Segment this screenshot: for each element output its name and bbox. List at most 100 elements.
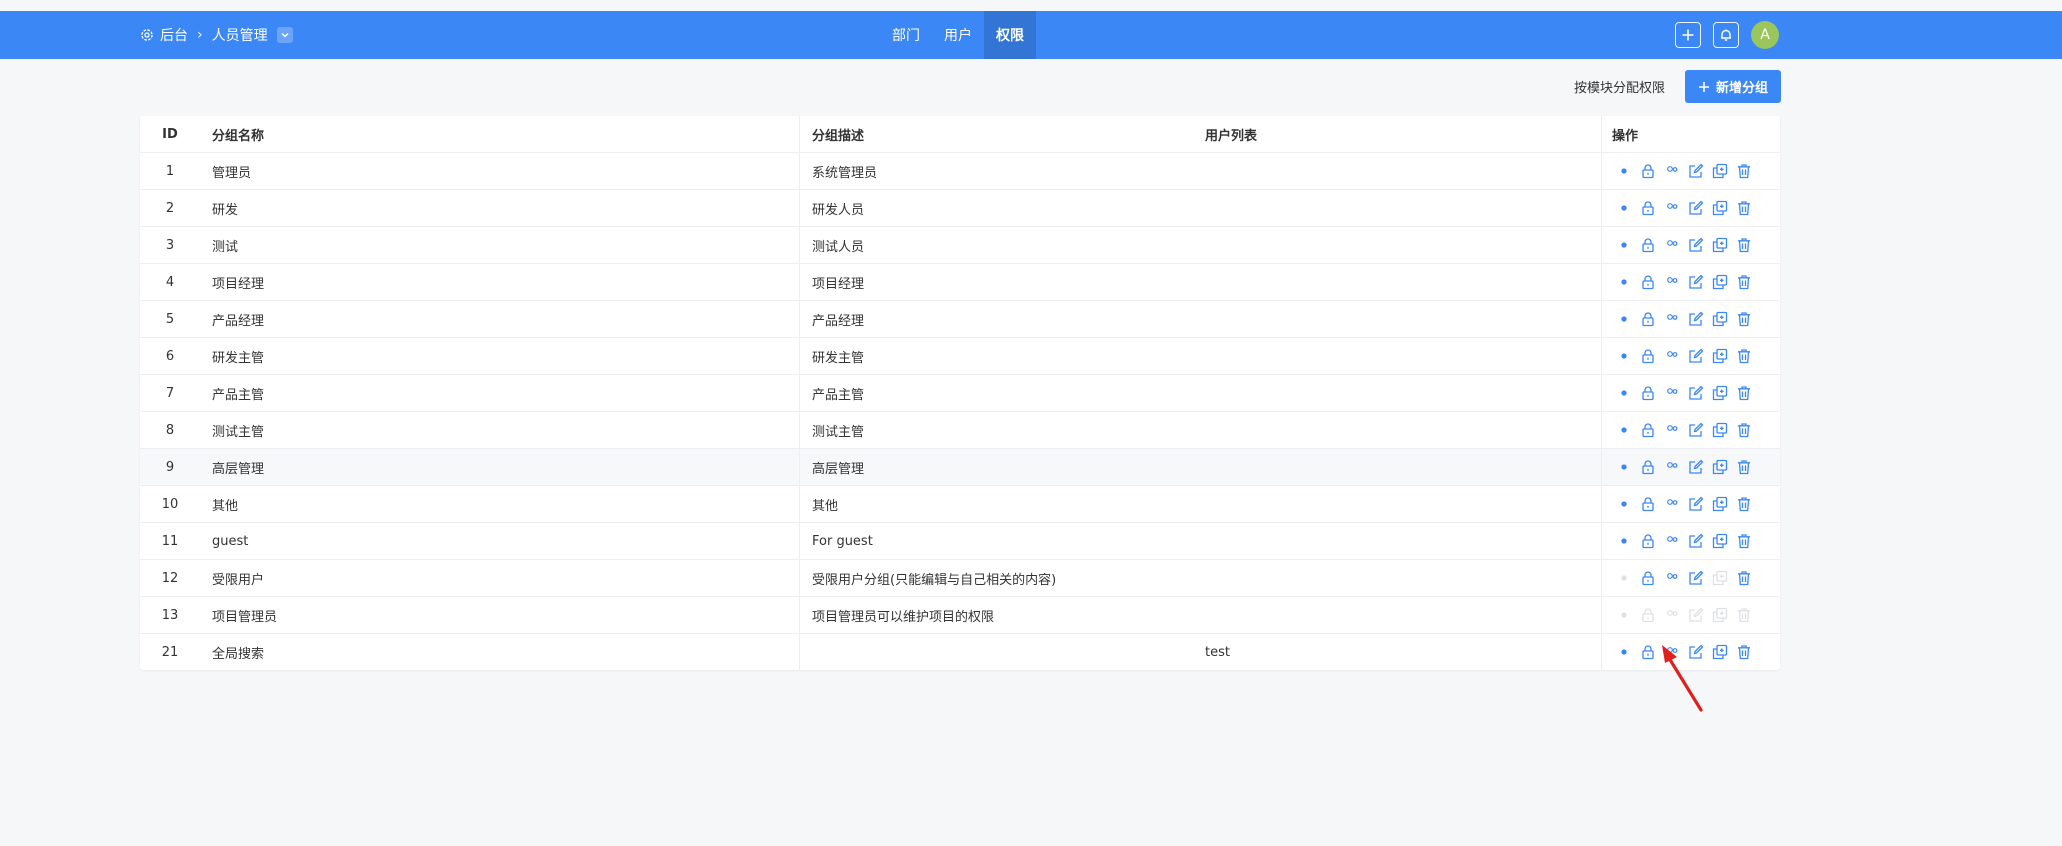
trash-icon[interactable] bbox=[1732, 531, 1756, 551]
lock-icon[interactable] bbox=[1636, 235, 1660, 255]
table-header-row: ID 分组名称 分组描述 用户列表 操作 bbox=[140, 116, 1780, 153]
lock-icon[interactable] bbox=[1636, 420, 1660, 440]
users-icon[interactable] bbox=[1660, 531, 1684, 551]
lock-icon[interactable] bbox=[1636, 346, 1660, 366]
users-icon[interactable] bbox=[1660, 494, 1684, 514]
lock-icon[interactable] bbox=[1636, 198, 1660, 218]
lock-icon[interactable] bbox=[1636, 272, 1660, 292]
eye-icon[interactable] bbox=[1612, 309, 1636, 329]
trash-icon[interactable] bbox=[1732, 494, 1756, 514]
lock-icon[interactable] bbox=[1636, 383, 1660, 403]
assign-by-module-link[interactable]: 按模块分配权限 bbox=[1574, 77, 1665, 96]
users-icon[interactable] bbox=[1660, 272, 1684, 292]
cell-user-list bbox=[1205, 560, 1602, 596]
users-icon[interactable] bbox=[1660, 568, 1684, 588]
breadcrumb: 后台 › 人员管理 bbox=[140, 11, 293, 59]
copy-icon[interactable] bbox=[1708, 272, 1732, 292]
edit-icon[interactable] bbox=[1684, 198, 1708, 218]
users-icon[interactable] bbox=[1660, 383, 1684, 403]
users-icon[interactable] bbox=[1660, 235, 1684, 255]
cell-actions bbox=[1602, 227, 1780, 263]
copy-icon[interactable] bbox=[1708, 531, 1732, 551]
column-header-users[interactable]: 用户列表 bbox=[1205, 116, 1602, 152]
edit-icon[interactable] bbox=[1684, 309, 1708, 329]
tab-0[interactable]: 部门 bbox=[880, 11, 932, 59]
trash-icon[interactable] bbox=[1732, 457, 1756, 477]
cell-actions bbox=[1602, 264, 1780, 300]
trash-icon[interactable] bbox=[1732, 235, 1756, 255]
eye-icon[interactable] bbox=[1612, 457, 1636, 477]
lock-icon[interactable] bbox=[1636, 642, 1660, 662]
edit-icon[interactable] bbox=[1684, 568, 1708, 588]
eye-icon[interactable] bbox=[1612, 346, 1636, 366]
trash-icon[interactable] bbox=[1732, 642, 1756, 662]
cell-actions bbox=[1602, 486, 1780, 522]
edit-icon[interactable] bbox=[1684, 383, 1708, 403]
copy-icon[interactable] bbox=[1708, 309, 1732, 329]
eye-icon[interactable] bbox=[1612, 383, 1636, 403]
breadcrumb-root[interactable]: 后台 bbox=[160, 25, 188, 45]
copy-icon[interactable] bbox=[1708, 420, 1732, 440]
bell-icon[interactable] bbox=[1713, 22, 1739, 48]
trash-icon[interactable] bbox=[1732, 161, 1756, 181]
add-icon[interactable] bbox=[1675, 22, 1701, 48]
eye-icon[interactable] bbox=[1612, 272, 1636, 292]
edit-icon[interactable] bbox=[1684, 346, 1708, 366]
lock-icon[interactable] bbox=[1636, 309, 1660, 329]
column-header-desc[interactable]: 分组描述 bbox=[800, 116, 1205, 152]
copy-icon[interactable] bbox=[1708, 346, 1732, 366]
cell-user-list bbox=[1205, 190, 1602, 226]
lock-icon[interactable] bbox=[1636, 531, 1660, 551]
column-header-id[interactable]: ID bbox=[140, 116, 200, 152]
copy-icon[interactable] bbox=[1708, 494, 1732, 514]
lock-icon[interactable] bbox=[1636, 494, 1660, 514]
avatar[interactable]: A bbox=[1751, 21, 1779, 49]
copy-icon[interactable] bbox=[1708, 457, 1732, 477]
tab-2[interactable]: 权限 bbox=[984, 11, 1036, 59]
edit-icon[interactable] bbox=[1684, 494, 1708, 514]
eye-icon[interactable] bbox=[1612, 531, 1636, 551]
cell-group-name: 测试主管 bbox=[200, 412, 800, 448]
copy-icon[interactable] bbox=[1708, 235, 1732, 255]
edit-icon[interactable] bbox=[1684, 531, 1708, 551]
users-icon[interactable] bbox=[1660, 161, 1684, 181]
users-icon[interactable] bbox=[1660, 457, 1684, 477]
trash-icon[interactable] bbox=[1732, 309, 1756, 329]
lock-icon[interactable] bbox=[1636, 161, 1660, 181]
trash-icon[interactable] bbox=[1732, 346, 1756, 366]
copy-icon[interactable] bbox=[1708, 383, 1732, 403]
eye-icon[interactable] bbox=[1612, 642, 1636, 662]
trash-icon[interactable] bbox=[1732, 383, 1756, 403]
copy-icon[interactable] bbox=[1708, 198, 1732, 218]
users-icon[interactable] bbox=[1660, 198, 1684, 218]
eye-icon[interactable] bbox=[1612, 161, 1636, 181]
edit-icon[interactable] bbox=[1684, 235, 1708, 255]
edit-icon[interactable] bbox=[1684, 420, 1708, 440]
users-icon[interactable] bbox=[1660, 309, 1684, 329]
add-group-button[interactable]: 新增分组 bbox=[1684, 70, 1781, 103]
trash-icon[interactable] bbox=[1732, 272, 1756, 292]
lock-icon[interactable] bbox=[1636, 568, 1660, 588]
users-icon[interactable] bbox=[1660, 420, 1684, 440]
chevron-down-icon[interactable] bbox=[276, 27, 293, 43]
edit-icon[interactable] bbox=[1684, 457, 1708, 477]
trash-icon[interactable] bbox=[1732, 198, 1756, 218]
cell-group-name: 项目管理员 bbox=[200, 597, 800, 633]
lock-icon[interactable] bbox=[1636, 457, 1660, 477]
edit-icon[interactable] bbox=[1684, 272, 1708, 292]
copy-icon[interactable] bbox=[1708, 161, 1732, 181]
eye-icon[interactable] bbox=[1612, 420, 1636, 440]
tab-1[interactable]: 用户 bbox=[932, 11, 984, 59]
eye-icon[interactable] bbox=[1612, 235, 1636, 255]
edit-icon[interactable] bbox=[1684, 161, 1708, 181]
eye-icon[interactable] bbox=[1612, 198, 1636, 218]
chevron-right-icon: › bbox=[197, 27, 203, 43]
copy-icon[interactable] bbox=[1708, 642, 1732, 662]
trash-icon[interactable] bbox=[1732, 568, 1756, 588]
header-actions: A bbox=[1675, 11, 1779, 59]
column-header-name[interactable]: 分组名称 bbox=[200, 116, 800, 152]
users-icon[interactable] bbox=[1660, 346, 1684, 366]
edit-icon bbox=[1684, 605, 1708, 625]
eye-icon[interactable] bbox=[1612, 494, 1636, 514]
trash-icon[interactable] bbox=[1732, 420, 1756, 440]
